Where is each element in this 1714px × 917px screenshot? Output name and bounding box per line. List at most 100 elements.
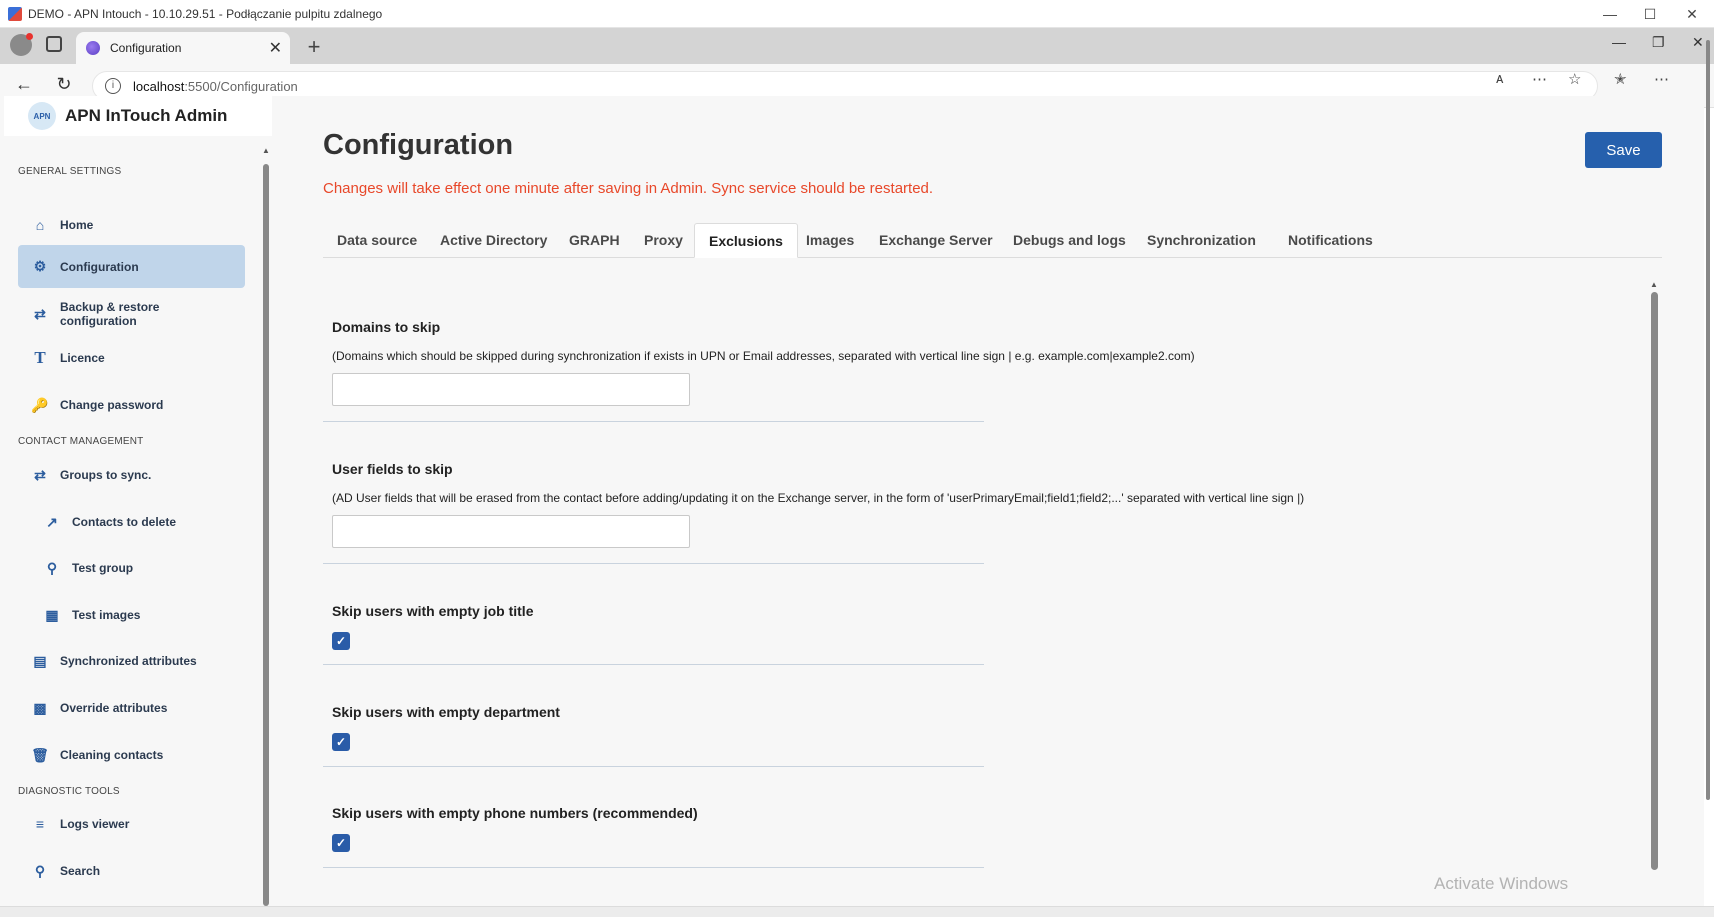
read-aloud-icon[interactable]: ᴀ xyxy=(1496,70,1503,87)
main-content: Configuration Changes will take effect o… xyxy=(272,96,1704,906)
maximize-icon[interactable]: ☐ xyxy=(1630,0,1670,28)
tab-data-source[interactable]: Data source xyxy=(323,223,431,258)
sidebar-item-label: Test group xyxy=(72,561,134,575)
remote-desktop-icon xyxy=(8,6,22,21)
checkmark-icon: ✓ xyxy=(335,735,347,749)
override-icon: ▩ xyxy=(33,699,47,716)
sidebar-item-override-attributes[interactable]: ▩ Override attributes xyxy=(18,689,245,727)
restart-warning: Changes will take effect one minute afte… xyxy=(323,180,934,197)
divider xyxy=(323,867,984,868)
tab-graph[interactable]: GRAPH xyxy=(555,223,634,258)
browser-restore-icon[interactable]: ❐ xyxy=(1652,34,1665,51)
more-tools-icon[interactable]: ⋯ xyxy=(1532,70,1547,88)
tab-active-directory[interactable]: Active Directory xyxy=(426,223,561,258)
tab-exchange-server[interactable]: Exchange Server xyxy=(865,223,1007,258)
sidebar-item-synchronized-attributes[interactable]: ▤ Synchronized attributes xyxy=(18,642,245,680)
activate-windows-watermark: Activate Windows xyxy=(1434,874,1569,893)
sidebar-item-cleaning-contacts[interactable]: 🗑 Cleaning contacts xyxy=(18,736,245,774)
brand-header: APN APN InTouch Admin xyxy=(4,96,272,136)
site-info-icon[interactable]: i xyxy=(105,78,121,94)
sidebar-item-change-password[interactable]: 🔑 Change password xyxy=(18,386,245,424)
sidebar-item-contacts-to-delete[interactable]: ↗ Contacts to delete xyxy=(18,503,245,541)
tab-exclusions[interactable]: Exclusions xyxy=(694,223,798,258)
checkmark-icon: ✓ xyxy=(335,634,347,648)
sidebar-item-label: Logs viewer xyxy=(60,817,130,831)
sidebar-item-label: Licence xyxy=(60,351,105,365)
skip-empty-job-title-checkbox[interactable]: ✓ xyxy=(332,632,350,650)
tab-proxy[interactable]: Proxy xyxy=(630,223,697,258)
domains-to-skip-title: Domains to skip xyxy=(332,319,441,335)
browser-scroll-thumb[interactable] xyxy=(1706,40,1710,800)
table-icon: ▤ xyxy=(33,652,47,669)
tab-close-icon[interactable]: ✕ xyxy=(269,38,282,58)
gear-icon: ⚙ xyxy=(33,258,47,274)
sidebar-item-label: Home xyxy=(60,218,94,232)
sidebar-item-groups-to-sync[interactable]: ⇄ Groups to sync. xyxy=(18,456,245,494)
app-container: APN APN InTouch Admin GENERAL SETTINGS ⌂… xyxy=(0,96,1704,906)
sidebar-item-label: Override attributes xyxy=(60,701,168,715)
sidebar: APN APN InTouch Admin GENERAL SETTINGS ⌂… xyxy=(4,96,272,906)
flask-icon: ⚲ xyxy=(46,559,58,576)
content-scroll-thumb[interactable] xyxy=(1651,292,1658,870)
section-general-settings: GENERAL SETTINGS xyxy=(18,166,122,177)
export-icon: ↗ xyxy=(46,513,58,530)
sidebar-item-configuration[interactable]: ⚙ Configuration xyxy=(18,245,245,288)
scroll-up-icon[interactable]: ▲ xyxy=(262,146,270,155)
tab-images[interactable]: Images xyxy=(792,223,868,258)
window-bottom-edge xyxy=(0,906,1714,917)
search-icon: ⚲ xyxy=(34,862,46,879)
user-fields-to-skip-input[interactable] xyxy=(332,515,690,548)
save-button[interactable]: Save xyxy=(1585,132,1662,168)
url-path: :5500/Configuration xyxy=(184,78,298,94)
browser-tab-configuration[interactable]: Configuration ✕ xyxy=(76,32,290,64)
sidebar-scrollbar[interactable]: ▲ xyxy=(262,146,270,906)
browser-menu-icon[interactable]: ⋯ xyxy=(1654,70,1669,88)
sidebar-item-licence[interactable]: T Licence xyxy=(18,339,245,377)
favorite-star-icon[interactable]: ☆ xyxy=(1568,70,1581,88)
close-icon[interactable]: ✕ xyxy=(1672,0,1712,28)
tab-actions-icon[interactable] xyxy=(46,36,62,52)
sidebar-item-test-images[interactable]: ▦ Test images xyxy=(18,596,245,634)
sidebar-item-label: Synchronized attributes xyxy=(60,654,197,668)
domains-to-skip-input[interactable] xyxy=(332,373,690,406)
tab-synchronization[interactable]: Synchronization xyxy=(1133,223,1270,258)
back-icon[interactable]: ← xyxy=(12,74,36,95)
key-icon: 🔑 xyxy=(31,396,49,413)
skip-empty-phone-label: Skip users with empty phone numbers (rec… xyxy=(332,805,698,821)
tab-favicon-icon xyxy=(86,41,100,55)
tab-notifications[interactable]: Notifications xyxy=(1274,223,1387,258)
divider xyxy=(323,421,984,422)
list-icon: ≡ xyxy=(35,816,45,832)
content-scrollbar[interactable]: ▲ xyxy=(1649,280,1661,906)
skip-empty-phone-checkbox[interactable]: ✓ xyxy=(332,834,350,852)
divider xyxy=(323,766,984,767)
browser-scrollbar[interactable] xyxy=(1704,40,1714,800)
sidebar-scroll-thumb[interactable] xyxy=(263,164,269,906)
new-tab-icon[interactable]: + xyxy=(302,34,326,60)
tab-debugs-and-logs[interactable]: Debugs and logs xyxy=(999,223,1140,258)
url-host: localhost xyxy=(133,78,185,94)
sidebar-item-home[interactable]: ⌂ Home xyxy=(18,206,245,244)
sidebar-item-test-group[interactable]: ⚲ Test group xyxy=(18,549,245,587)
section-contact-management: CONTACT MANAGEMENT xyxy=(18,436,144,447)
sidebar-item-label: Groups to sync. xyxy=(60,468,152,482)
apn-logo: APN xyxy=(28,102,56,130)
scroll-up-icon[interactable]: ▲ xyxy=(1650,280,1658,289)
sidebar-item-logs-viewer[interactable]: ≡ Logs viewer xyxy=(18,805,245,843)
image-icon: ▦ xyxy=(45,606,59,623)
favorites-list-icon[interactable]: ✭ xyxy=(1614,70,1627,88)
sidebar-item-backup-restore[interactable]: ⇄ Backup & restore configuration xyxy=(18,292,245,336)
browser-close-icon[interactable]: ✕ xyxy=(1692,34,1704,51)
remote-desktop-titlebar: DEMO - APN Intouch - 10.10.29.51 - Podłą… xyxy=(0,0,1714,28)
skip-empty-department-checkbox[interactable]: ✓ xyxy=(332,733,350,751)
config-tabs: Data source Active Directory GRAPH Proxy… xyxy=(323,223,1662,258)
browser-tab-title: Configuration xyxy=(110,41,182,55)
swap-icon: ⇄ xyxy=(34,305,46,322)
user-fields-to-skip-desc: (AD User fields that will be erased from… xyxy=(332,491,1305,505)
minimize-icon[interactable]: — xyxy=(1590,0,1630,28)
browser-minimize-icon[interactable]: — xyxy=(1612,34,1626,50)
sidebar-item-search[interactable]: ⚲ Search xyxy=(18,852,245,890)
text-t-icon: T xyxy=(34,348,46,367)
refresh-icon[interactable]: ↻ xyxy=(52,74,76,95)
sidebar-item-label: Configuration xyxy=(60,259,139,274)
